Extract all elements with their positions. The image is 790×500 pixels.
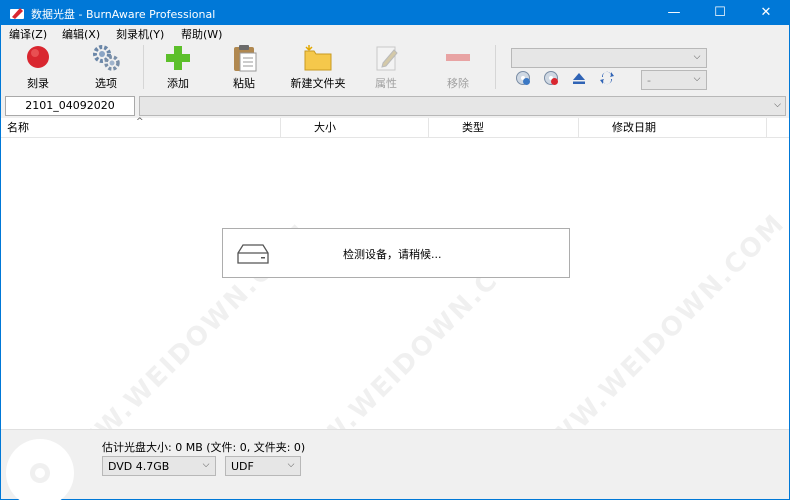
new-folder-label: 新建文件夹: [290, 77, 346, 90]
title-bar[interactable]: 数据光盘 - BurnAware Professional — ☐ ✕: [1, 1, 789, 25]
drive-icon: [237, 244, 269, 264]
chevron-down-icon: ⌵: [693, 74, 701, 84]
status-area: 估计光盘大小: 0 MB (文件: 0, 文件夹: 0) DVD 4.7GB ⌵…: [1, 429, 789, 500]
close-button[interactable]: ✕: [743, 1, 789, 25]
menu-help[interactable]: 帮助(W): [181, 26, 222, 42]
new-folder-button[interactable]: 新建文件夹: [283, 43, 353, 91]
column-size[interactable]: 大小: [281, 118, 429, 138]
file-system-value: UDF: [231, 460, 254, 473]
paste-label: 粘贴: [233, 77, 255, 90]
detecting-message: 检测设备，请稍候...: [343, 248, 442, 261]
menu-edit[interactable]: 编辑(X): [62, 26, 100, 42]
burn-button[interactable]: 刻录: [7, 43, 69, 91]
file-system-select[interactable]: UDF ⌵: [225, 456, 301, 476]
column-modified[interactable]: 修改日期: [579, 118, 767, 138]
chevron-down-icon: ⌵: [693, 52, 701, 62]
burner-select[interactable]: ⌵: [511, 48, 707, 68]
burn-label: 刻录: [27, 77, 49, 90]
chevron-down-icon: ⌵: [287, 460, 295, 470]
disc-type-value: DVD 4.7GB: [108, 460, 170, 473]
detecting-device-dialog: 检测设备，请稍候...: [222, 228, 570, 278]
chevron-down-icon: ⌵: [774, 100, 781, 110]
estimated-size-text: 估计光盘大小: 0 MB (文件: 0, 文件夹: 0): [102, 441, 306, 454]
disc-icon: [6, 439, 74, 500]
column-name[interactable]: 名称: [1, 118, 281, 138]
chevron-down-icon: ⌵: [202, 460, 210, 470]
toolbar: 刻录 选项 添加 粘贴 新建文件夹 属性 移除 ⌵ - ⌵: [1, 41, 789, 93]
options-label: 选项: [95, 77, 117, 90]
speed-select[interactable]: - ⌵: [641, 70, 707, 90]
window-title: 数据光盘 - BurnAware Professional: [31, 8, 216, 21]
toolbar-separator: [495, 45, 496, 89]
minus-icon: [446, 54, 470, 61]
add-label: 添加: [167, 77, 189, 90]
column-type[interactable]: 类型: [429, 118, 579, 138]
burnaware-app-icon: [10, 8, 24, 19]
options-button[interactable]: 选项: [75, 43, 137, 91]
disc-type-select[interactable]: DVD 4.7GB ⌵: [102, 456, 216, 476]
remove-label: 移除: [447, 77, 469, 90]
path-select[interactable]: ⌵: [139, 96, 786, 116]
column-header: ^ 名称 大小 类型 修改日期: [1, 117, 789, 138]
new-folder-icon: [304, 45, 332, 71]
eject-icon[interactable]: [571, 70, 587, 86]
menu-burner[interactable]: 刻录机(Y): [116, 26, 164, 42]
menu-compile[interactable]: 编译(Z): [9, 26, 47, 42]
properties-label: 属性: [375, 77, 397, 90]
erase-disc-icon[interactable]: [543, 70, 559, 86]
burn-icon: [27, 46, 49, 68]
toolbar-separator: [143, 45, 144, 89]
properties-icon: [376, 46, 398, 71]
properties-button[interactable]: 属性: [355, 43, 417, 91]
plus-icon: [166, 46, 190, 70]
clipboard-icon: [234, 45, 257, 72]
path-bar: 2101_04092020 ⌵: [1, 95, 789, 117]
minimize-button[interactable]: —: [651, 1, 697, 25]
paste-button[interactable]: 粘贴: [213, 43, 275, 91]
app-window: 数据光盘 - BurnAware Professional — ☐ ✕ 编译(Z…: [0, 0, 790, 500]
add-button[interactable]: 添加: [147, 43, 209, 91]
disc-label-input[interactable]: 2101_04092020: [5, 96, 135, 116]
remove-button[interactable]: 移除: [427, 43, 489, 91]
menu-bar: 编译(Z) 编辑(X) 刻录机(Y) 帮助(W): [1, 25, 789, 41]
maximize-button[interactable]: ☐: [697, 1, 743, 25]
disc-info-icon[interactable]: [515, 70, 531, 86]
refresh-icon[interactable]: [599, 70, 615, 86]
gear-icon: [93, 45, 120, 71]
